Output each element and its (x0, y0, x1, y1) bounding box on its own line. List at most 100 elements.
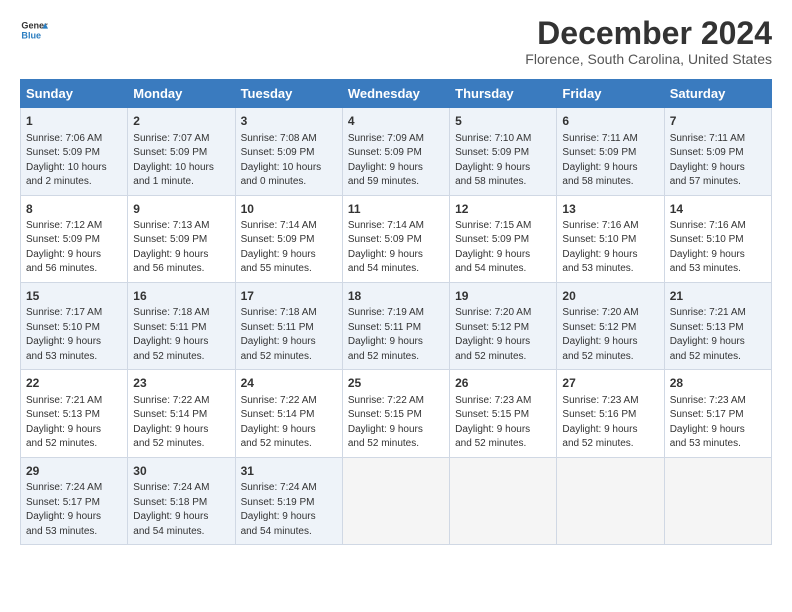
calendar-week-row: 1Sunrise: 7:06 AMSunset: 5:09 PMDaylight… (21, 108, 772, 195)
calendar-day-cell: 25Sunrise: 7:22 AMSunset: 5:15 PMDayligh… (342, 370, 449, 457)
day-number: 9 (133, 201, 229, 218)
day-info-line: Daylight: 9 hours (670, 423, 766, 438)
day-info-line: Sunrise: 7:16 AM (562, 219, 658, 234)
day-info-line: and 53 minutes. (670, 262, 766, 277)
day-number: 25 (348, 375, 444, 392)
day-number: 30 (133, 463, 229, 480)
day-info-line: and 52 minutes. (133, 350, 229, 365)
day-info-line: Sunrise: 7:22 AM (133, 394, 229, 409)
day-number: 24 (241, 375, 337, 392)
day-info-line: Sunset: 5:09 PM (455, 146, 551, 161)
day-number: 1 (26, 113, 122, 130)
day-info-line: Sunrise: 7:20 AM (455, 306, 551, 321)
day-info-line: Daylight: 9 hours (562, 161, 658, 176)
day-number: 18 (348, 288, 444, 305)
day-info-line: Daylight: 9 hours (241, 335, 337, 350)
calendar-day-cell: 3Sunrise: 7:08 AMSunset: 5:09 PMDaylight… (235, 108, 342, 195)
day-info-line: and 54 minutes. (241, 525, 337, 540)
day-info-line: Sunrise: 7:14 AM (348, 219, 444, 234)
calendar-day-cell: 9Sunrise: 7:13 AMSunset: 5:09 PMDaylight… (128, 195, 235, 282)
calendar-day-cell: 19Sunrise: 7:20 AMSunset: 5:12 PMDayligh… (450, 282, 557, 369)
day-info-line: Sunset: 5:09 PM (26, 233, 122, 248)
day-number: 28 (670, 375, 766, 392)
day-info-line: Sunset: 5:12 PM (562, 321, 658, 336)
day-info-line: and 52 minutes. (455, 350, 551, 365)
day-info-line: Sunset: 5:09 PM (241, 233, 337, 248)
day-info-line: Sunset: 5:14 PM (241, 408, 337, 423)
day-info-line: Sunset: 5:11 PM (348, 321, 444, 336)
day-info-line: and 53 minutes. (670, 437, 766, 452)
weekday-header-cell: Saturday (664, 80, 771, 108)
day-info-line: and 52 minutes. (455, 437, 551, 452)
day-number: 10 (241, 201, 337, 218)
day-info-line: and 59 minutes. (348, 175, 444, 190)
day-info-line: Sunrise: 7:21 AM (670, 306, 766, 321)
month-title: December 2024 (525, 16, 772, 51)
day-info-line: Sunrise: 7:24 AM (133, 481, 229, 496)
day-info-line: Sunset: 5:13 PM (670, 321, 766, 336)
day-info-line: Daylight: 9 hours (455, 161, 551, 176)
day-info-line: and 57 minutes. (670, 175, 766, 190)
day-number: 3 (241, 113, 337, 130)
day-info-line: and 52 minutes. (562, 350, 658, 365)
day-info-line: Daylight: 9 hours (670, 161, 766, 176)
day-number: 8 (26, 201, 122, 218)
day-info-line: and 53 minutes. (26, 525, 122, 540)
day-info-line: Sunrise: 7:18 AM (241, 306, 337, 321)
day-info-line: Sunset: 5:09 PM (348, 233, 444, 248)
logo: General Blue (20, 16, 48, 44)
calendar-week-row: 15Sunrise: 7:17 AMSunset: 5:10 PMDayligh… (21, 282, 772, 369)
day-info-line: Sunset: 5:09 PM (562, 146, 658, 161)
day-info-line: Sunset: 5:09 PM (133, 233, 229, 248)
day-info-line: Sunrise: 7:21 AM (26, 394, 122, 409)
day-info-line: Daylight: 10 hours (133, 161, 229, 176)
day-info-line: Sunrise: 7:22 AM (348, 394, 444, 409)
day-info-line: Daylight: 10 hours (26, 161, 122, 176)
day-info-line: Sunrise: 7:20 AM (562, 306, 658, 321)
day-number: 20 (562, 288, 658, 305)
day-info-line: Daylight: 9 hours (26, 510, 122, 525)
day-info-line: Daylight: 9 hours (26, 423, 122, 438)
day-info-line: and 56 minutes. (26, 262, 122, 277)
day-info-line: and 56 minutes. (133, 262, 229, 277)
calendar-day-cell: 10Sunrise: 7:14 AMSunset: 5:09 PMDayligh… (235, 195, 342, 282)
day-number: 19 (455, 288, 551, 305)
day-info-line: Daylight: 9 hours (133, 510, 229, 525)
day-number: 2 (133, 113, 229, 130)
day-info-line: Sunset: 5:09 PM (241, 146, 337, 161)
day-info-line: and 1 minute. (133, 175, 229, 190)
day-info-line: and 52 minutes. (670, 350, 766, 365)
calendar-day-cell: 2Sunrise: 7:07 AMSunset: 5:09 PMDaylight… (128, 108, 235, 195)
day-number: 15 (26, 288, 122, 305)
calendar-day-cell: 1Sunrise: 7:06 AMSunset: 5:09 PMDaylight… (21, 108, 128, 195)
day-info-line: Sunrise: 7:24 AM (241, 481, 337, 496)
day-info-line: Daylight: 9 hours (26, 335, 122, 350)
day-info-line: Sunrise: 7:18 AM (133, 306, 229, 321)
calendar-day-cell (450, 457, 557, 544)
day-info-line: Sunrise: 7:22 AM (241, 394, 337, 409)
day-info-line: Daylight: 9 hours (133, 335, 229, 350)
day-info-line: Sunrise: 7:24 AM (26, 481, 122, 496)
calendar-day-cell: 4Sunrise: 7:09 AMSunset: 5:09 PMDaylight… (342, 108, 449, 195)
day-info-line: Daylight: 9 hours (348, 423, 444, 438)
calendar-day-cell: 6Sunrise: 7:11 AMSunset: 5:09 PMDaylight… (557, 108, 664, 195)
day-info-line: and 52 minutes. (241, 437, 337, 452)
day-info-line: Daylight: 9 hours (133, 248, 229, 263)
day-info-line: Sunrise: 7:11 AM (670, 132, 766, 147)
calendar-table: SundayMondayTuesdayWednesdayThursdayFrid… (20, 79, 772, 545)
day-info-line: Sunset: 5:09 PM (348, 146, 444, 161)
day-info-line: Sunset: 5:14 PM (133, 408, 229, 423)
calendar-day-cell: 20Sunrise: 7:20 AMSunset: 5:12 PMDayligh… (557, 282, 664, 369)
day-info-line: Daylight: 10 hours (241, 161, 337, 176)
calendar-day-cell: 8Sunrise: 7:12 AMSunset: 5:09 PMDaylight… (21, 195, 128, 282)
day-info-line: and 53 minutes. (562, 262, 658, 277)
day-info-line: and 58 minutes. (455, 175, 551, 190)
day-info-line: Sunrise: 7:14 AM (241, 219, 337, 234)
day-info-line: Daylight: 9 hours (455, 248, 551, 263)
day-info-line: Daylight: 9 hours (562, 423, 658, 438)
day-number: 13 (562, 201, 658, 218)
weekday-header-cell: Wednesday (342, 80, 449, 108)
title-block: December 2024 Florence, South Carolina, … (525, 16, 772, 67)
calendar-week-row: 8Sunrise: 7:12 AMSunset: 5:09 PMDaylight… (21, 195, 772, 282)
day-info-line: Sunrise: 7:09 AM (348, 132, 444, 147)
